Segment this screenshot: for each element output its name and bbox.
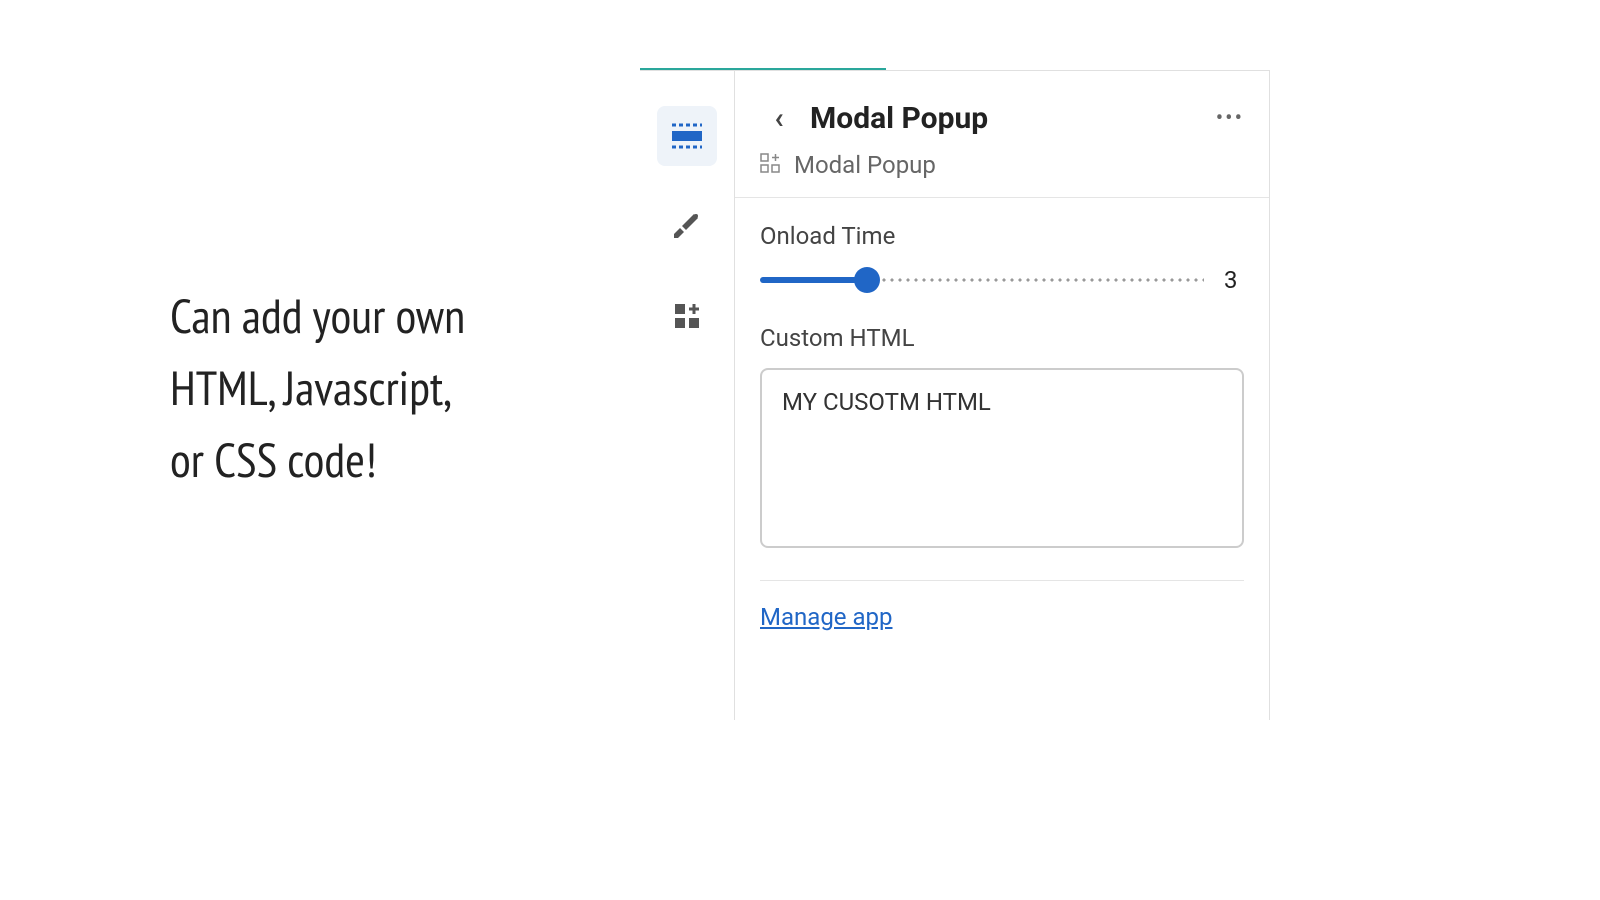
widget-type-icon [760,153,780,178]
panel-header: ‹ Modal Popup ••• [735,71,1269,151]
panel-content: ‹ Modal Popup ••• Modal Popup Onload T [735,71,1269,720]
layout-tab-button[interactable] [657,106,717,166]
onload-time-field: Onload Time 3 [735,222,1269,294]
header-divider [735,197,1269,198]
chevron-left-icon: ‹ [774,101,783,136]
breadcrumb: Modal Popup [735,151,1269,197]
panel-title: Modal Popup [810,101,1216,136]
manage-app-link[interactable]: Manage app [735,603,1269,631]
back-button[interactable]: ‹ [760,99,798,137]
paint-brush-icon [672,211,702,241]
grid-add-icon [673,302,701,330]
layout-icon [670,123,704,149]
more-horizontal-icon: ••• [1216,106,1244,131]
slider-fill [760,277,867,283]
tool-rail [640,71,735,720]
onload-time-slider[interactable] [760,268,1204,292]
footer-divider [760,580,1244,581]
instructional-caption: Can add your own HTML, Javascript, or CS… [170,280,465,496]
settings-panel: ‹ Modal Popup ••• Modal Popup Onload T [640,70,1270,720]
onload-time-value: 3 [1224,266,1244,294]
style-tab-button[interactable] [657,196,717,256]
more-options-button[interactable]: ••• [1216,106,1244,131]
widgets-tab-button[interactable] [657,286,717,346]
onload-time-slider-row: 3 [760,266,1244,294]
custom-html-label: Custom HTML [760,324,1244,352]
slider-thumb[interactable] [854,267,880,293]
custom-html-input[interactable] [760,368,1244,548]
custom-html-field: Custom HTML [735,324,1269,552]
breadcrumb-label: Modal Popup [794,151,936,179]
onload-time-label: Onload Time [760,222,1244,250]
